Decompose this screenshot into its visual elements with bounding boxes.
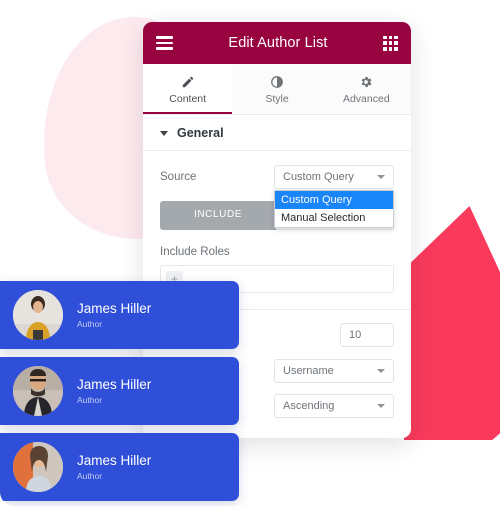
tab-advanced-label: Advanced <box>342 93 390 105</box>
hamburger-icon[interactable] <box>156 36 173 50</box>
page-title: Edit Author List <box>228 35 328 51</box>
order-by-select[interactable]: Username <box>274 359 394 383</box>
order-direction-select[interactable]: Ascending <box>274 394 394 418</box>
tab-content[interactable]: Content <box>143 64 233 114</box>
app-canvas: Edit Author List Content Style Advanced … <box>0 0 500 506</box>
authors-per-page-input[interactable]: 10 <box>340 323 394 347</box>
panel-header: Edit Author List <box>143 22 411 64</box>
author-name: James Hiller <box>77 377 152 392</box>
author-card-list: James Hiller Author James Hiller Author … <box>0 281 239 506</box>
avatar <box>13 290 63 340</box>
order-direction-value: Ascending <box>283 400 335 412</box>
chevron-down-icon <box>377 175 385 179</box>
source-label: Source <box>160 171 197 183</box>
gear-icon <box>322 73 411 90</box>
source-row: Source Custom Query Custom Query Manual … <box>160 165 394 228</box>
author-role: Author <box>77 471 103 481</box>
source-select-value: Custom Query <box>283 171 354 183</box>
list-item-text: James Hiller Author <box>77 377 151 405</box>
list-item[interactable]: James Hiller Author <box>0 433 239 501</box>
dropdown-option-manual-selection[interactable]: Manual Selection <box>275 209 393 227</box>
tab-style-label: Style <box>265 93 289 105</box>
include-button[interactable]: INCLUDE <box>160 201 276 230</box>
list-item[interactable]: James Hiller Author <box>0 281 239 349</box>
dropdown-option-custom-query[interactable]: Custom Query <box>275 191 393 209</box>
chevron-down-icon <box>377 404 385 408</box>
list-item-text: James Hiller Author <box>77 301 151 329</box>
tab-bar: Content Style Advanced <box>143 64 411 115</box>
include-roles-label: Include Roles <box>160 246 230 258</box>
tab-content-label: Content <box>169 93 207 105</box>
list-item[interactable]: James Hiller Author <box>0 357 239 425</box>
author-role: Author <box>77 395 103 405</box>
chevron-down-icon <box>377 369 385 373</box>
source-dropdown-list[interactable]: Custom Query Manual Selection <box>274 190 394 228</box>
list-item-text: James Hiller Author <box>77 453 151 481</box>
section-general-header[interactable]: General <box>143 115 411 151</box>
chevron-down-icon <box>160 130 168 136</box>
author-role: Author <box>77 319 103 329</box>
author-name: James Hiller <box>77 301 152 316</box>
order-by-value: Username <box>283 365 334 377</box>
source-select[interactable]: Custom Query <box>274 165 394 189</box>
author-name: James Hiller <box>77 453 152 468</box>
pencil-icon <box>143 73 232 90</box>
section-title: General <box>177 126 224 140</box>
contrast-icon <box>232 73 321 90</box>
avatar <box>13 366 63 416</box>
grid-apps-icon[interactable] <box>383 35 398 51</box>
tab-style[interactable]: Style <box>232 64 321 114</box>
tab-advanced[interactable]: Advanced <box>322 64 411 114</box>
avatar <box>13 442 63 492</box>
decorative-red-shape <box>404 206 500 440</box>
